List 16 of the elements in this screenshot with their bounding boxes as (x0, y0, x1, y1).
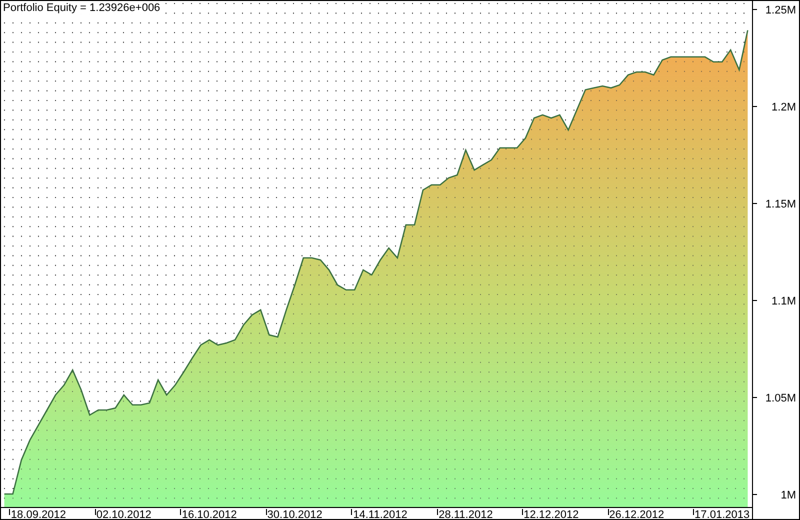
axis-label: 02.10.2012 (96, 509, 152, 520)
axis-label: 26.12.2012 (609, 509, 664, 520)
axis-label: 1.2M (772, 102, 796, 114)
axis-label: 28.11.2012 (438, 509, 493, 520)
axis-label: 18.09.2012 (10, 509, 66, 520)
axis-label: 12.12.2012 (524, 509, 579, 520)
axis-label: 16.10.2012 (182, 509, 237, 520)
chart-title: Portfolio Equity = 1.23926e+006 (3, 2, 160, 14)
axis-label: 1M (780, 490, 796, 502)
axis-label: 1.25M (765, 4, 796, 16)
axis-label: 1.1M (772, 296, 796, 308)
axis-label: 30.10.2012 (267, 509, 322, 520)
axis-label: 14.11.2012 (353, 509, 408, 520)
axis-label: 1.15M (765, 198, 796, 210)
axis-label: 1.05M (765, 392, 796, 404)
axis-label: 17.01.2013 (694, 509, 750, 520)
